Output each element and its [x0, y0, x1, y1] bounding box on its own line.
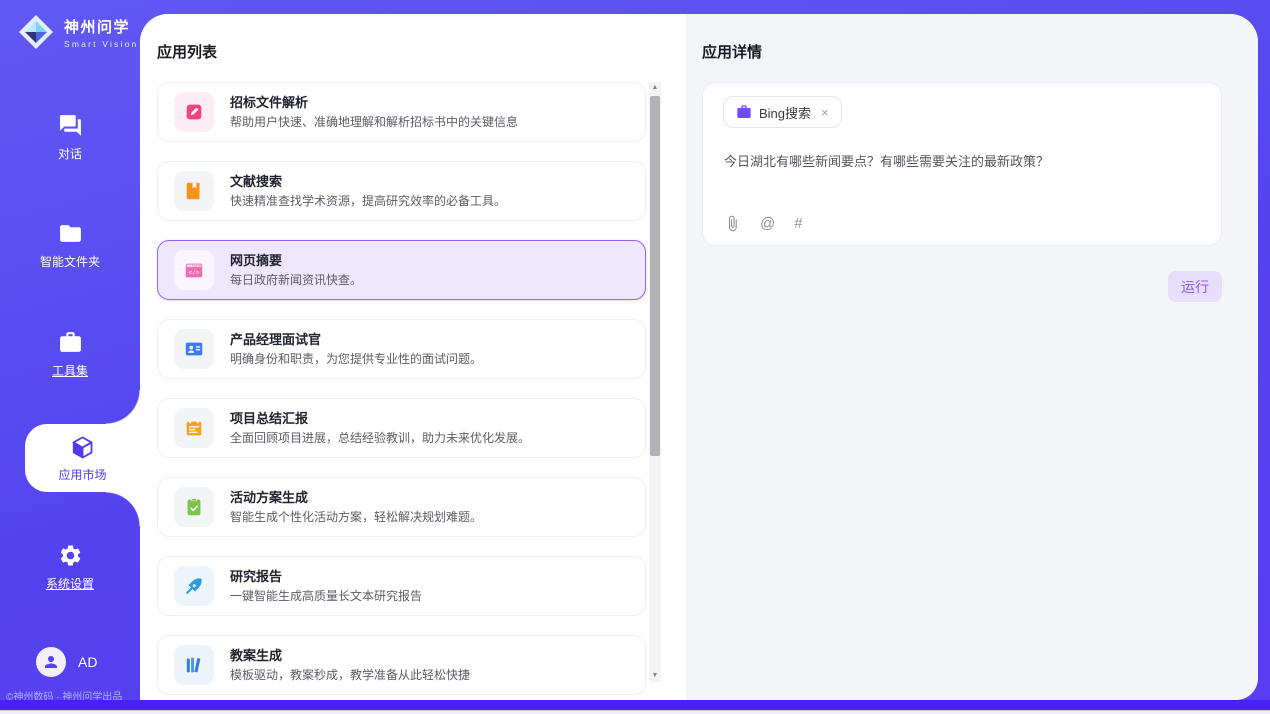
- chat-icon: [58, 113, 83, 138]
- prompt-text[interactable]: 今日湖北有哪些新闻要点？有哪些需要关注的最新政策？: [724, 153, 1196, 171]
- app-card-desc: 明确身份和职责，为您提供专业性的面试问题。: [230, 353, 482, 366]
- sidebar-item-label: 智能文件夹: [40, 253, 100, 270]
- app-card-desc: 每日政府新闻资讯快查。: [230, 274, 362, 287]
- user-account[interactable]: AD: [36, 647, 97, 677]
- brand-logo: 神州问学 Smart Vision: [16, 12, 138, 52]
- tool-chip-bing-search[interactable]: Bing搜索 ×: [723, 96, 842, 128]
- app-card-title: 项目总结汇报: [230, 412, 530, 426]
- app-detail-title: 应用详情: [702, 41, 762, 62]
- run-button[interactable]: 运行: [1168, 271, 1222, 302]
- cube-icon: [69, 434, 96, 461]
- scrollbar-thumb[interactable]: [650, 96, 660, 456]
- app-card-desc: 快速精准查找学术资源，提高研究效率的必备工具。: [230, 195, 506, 208]
- sidebar-item-app-market[interactable]: 应用市场: [25, 424, 140, 492]
- prompt-toolbar: @ #: [724, 215, 803, 232]
- app-card-desc: 智能生成个性化活动方案，轻松解决规划难题。: [230, 511, 482, 524]
- interviewer-icon: [174, 329, 214, 369]
- app-card-project-summary[interactable]: 项目总结汇报 全面回顾项目进展，总结经验教训，助力未来优化发展。: [157, 398, 646, 458]
- gear-icon: [58, 543, 83, 568]
- mention-at-icon[interactable]: @: [760, 215, 775, 232]
- bottom-accent-bar: [0, 700, 1270, 710]
- app-card-pm-interviewer[interactable]: 产品经理面试官 明确身份和职责，为您提供专业性的面试问题。: [157, 319, 646, 379]
- toolbox-icon: [58, 330, 83, 355]
- paperclip-icon[interactable]: [724, 215, 741, 232]
- diamond-logo-icon: [16, 12, 56, 52]
- app-card-title: 招标文件解析: [230, 96, 518, 110]
- tool-chip-label: Bing搜索: [759, 103, 811, 122]
- chip-close-icon[interactable]: ×: [821, 105, 829, 120]
- avatar: [36, 647, 66, 677]
- user-initials: AD: [78, 654, 97, 670]
- window-bottom-edge: [0, 710, 1270, 714]
- brand-subtitle: Smart Vision: [64, 39, 138, 49]
- calendar-icon: [174, 408, 214, 448]
- brand-text: 神州问学 Smart Vision: [64, 16, 138, 49]
- scrollbar-down-arrow[interactable]: ▼: [649, 670, 661, 682]
- clipboard-check-icon: [174, 487, 214, 527]
- sidebar: 神州问学 Smart Vision 对话 智能文件夹 工具集 应用市场 系统设置…: [0, 0, 140, 700]
- app-list-scrollbar[interactable]: ▲ ▼: [649, 82, 661, 682]
- book-icon: [174, 171, 214, 211]
- app-card-bid-doc-analysis[interactable]: 招标文件解析 帮助用户快速、准确地理解和解析招标书中的关键信息: [157, 82, 646, 142]
- sidebar-item-label: 对话: [58, 145, 82, 162]
- sidebar-item-label: 工具集: [52, 362, 88, 379]
- app-card-desc: 全面回顾项目进展，总结经验教训，助力未来优化发展。: [230, 432, 530, 445]
- sidebar-item-toolset[interactable]: 工具集: [0, 330, 140, 379]
- app-card-title: 产品经理面试官: [230, 333, 482, 347]
- hash-icon[interactable]: #: [794, 215, 802, 232]
- sidebar-item-smart-folder[interactable]: 智能文件夹: [0, 221, 140, 270]
- app-list-section: 应用列表 招标文件解析 帮助用户快速、准确地理解和解析招标书中的关键信息 文献搜…: [140, 14, 686, 700]
- app-card-desc: 帮助用户快速、准确地理解和解析招标书中的关键信息: [230, 116, 518, 129]
- briefcase-icon: [736, 104, 752, 120]
- svg-text:</>: </>: [189, 269, 200, 276]
- prompt-input-card[interactable]: Bing搜索 × 今日湖北有哪些新闻要点？有哪些需要关注的最新政策？ @ #: [702, 82, 1222, 246]
- main-panel: 应用列表 招标文件解析 帮助用户快速、准确地理解和解析招标书中的关键信息 文献搜…: [140, 14, 1258, 700]
- books-icon: [174, 645, 214, 685]
- app-card-event-plan[interactable]: 活动方案生成 智能生成个性化活动方案，轻松解决规划难题。: [157, 477, 646, 537]
- app-card-title: 网页摘要: [230, 254, 362, 268]
- app-card-research-report[interactable]: 研究报告 一键智能生成高质量长文本研究报告: [157, 556, 646, 616]
- app-detail-section: 应用详情 Bing搜索 × 今日湖北有哪些新闻要点？有哪些需要关注的最新政策？ …: [686, 14, 1258, 700]
- app-card-literature-search[interactable]: 文献搜索 快速精准查找学术资源，提高研究效率的必备工具。: [157, 161, 646, 221]
- run-row: 运行: [702, 271, 1222, 302]
- browser-icon: </>: [174, 250, 214, 290]
- app-card-title: 教案生成: [230, 649, 470, 663]
- app-list: 招标文件解析 帮助用户快速、准确地理解和解析招标书中的关键信息 文献搜索 快速精…: [157, 82, 648, 700]
- edit-doc-icon: [174, 92, 214, 132]
- sidebar-item-chat[interactable]: 对话: [0, 113, 140, 162]
- app-card-title: 活动方案生成: [230, 491, 482, 505]
- app-card-title: 文献搜索: [230, 175, 506, 189]
- app-list-title: 应用列表: [157, 41, 217, 62]
- person-icon: [42, 653, 60, 671]
- sidebar-item-settings[interactable]: 系统设置: [0, 543, 140, 592]
- app-card-web-summary-selected[interactable]: </> 网页摘要 每日政府新闻资讯快查。: [157, 240, 646, 300]
- sidebar-item-label: 应用市场: [58, 466, 106, 483]
- app-card-desc: 一键智能生成高质量长文本研究报告: [230, 590, 422, 603]
- app-card-desc: 模板驱动，教案秒成，教学准备从此轻松快捷: [230, 669, 470, 682]
- app-card-lesson-plan[interactable]: 教案生成 模板驱动，教案秒成，教学准备从此轻松快捷: [157, 635, 646, 695]
- pen-icon: [174, 566, 214, 606]
- app-card-title: 研究报告: [230, 570, 422, 584]
- scrollbar-up-arrow[interactable]: ▲: [649, 82, 661, 94]
- sidebar-item-label: 系统设置: [46, 575, 94, 592]
- folder-icon: [58, 221, 83, 246]
- brand-name: 神州问学: [64, 16, 138, 37]
